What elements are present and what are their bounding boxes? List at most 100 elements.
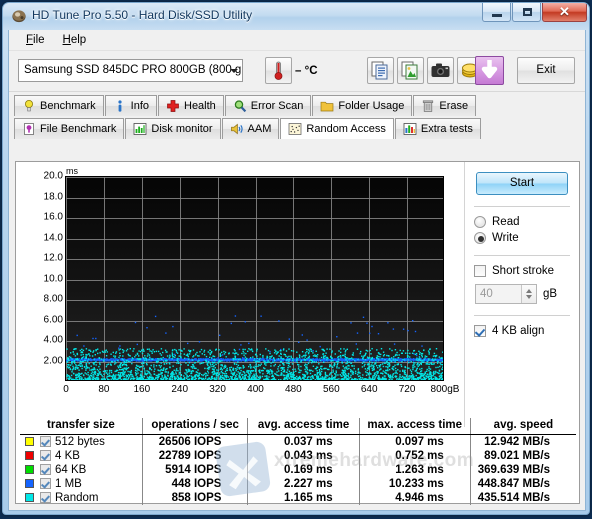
client-area: FFileile HHelpelp Samsung SSD 845DC PRO … [8,30,586,511]
tab-benchmark[interactable]: Benchmark [14,95,104,116]
cell-transfer-size[interactable]: 512 bytes [20,435,142,450]
minimize-button[interactable] [482,3,511,22]
tab-random-access[interactable]: Random Access [280,118,394,139]
copy-image-icon [401,61,418,80]
y-axis-tick: 12.0 [43,252,63,264]
tab-label: Benchmark [40,100,96,112]
tab-label: Error Scan [250,100,304,112]
tab-aam[interactable]: AAM [221,118,280,139]
tab-label: Disk monitor [151,123,213,135]
cell-max-access: 0.752 ms [358,449,471,463]
scatter-plot-area [65,176,444,381]
close-button[interactable]: ✕ [542,3,587,22]
tab-erase[interactable]: Erase [413,95,477,116]
y-axis-tick: 16.0 [43,211,63,223]
app-window: HD Tune Pro 5.50 - Hard Disk/SSD Utility… [2,2,590,515]
y-axis-tick: 4.00 [43,334,63,346]
checkbox-short-stroke-label: Short stroke [492,265,554,277]
table-row[interactable]: 64 KB 5914 IOPS 0.169 ms 1.263 ms 369.639 MB… [20,463,576,477]
cell-avg-speed: 12.942 MB/s [469,434,576,449]
tab-error-scan[interactable]: Error Scan [224,95,312,116]
tab-health[interactable]: Health [158,95,224,116]
checkbox-short-stroke[interactable]: Short stroke [474,265,570,277]
cell-transfer-size[interactable]: 4 KB [20,449,142,463]
tab-folder-usage[interactable]: Folder Usage [312,95,413,116]
tab-info[interactable]: Info [104,95,157,116]
row-checkbox[interactable] [40,478,51,489]
table-row[interactable]: 1 MB 448 IOPS 2.227 ms 10.233 ms 448.847 MB/… [20,477,576,491]
y-axis-tick: 6.00 [43,314,63,325]
drive-select[interactable]: Samsung SSD 845DC PRO 800GB (800 g [18,59,243,82]
drive-select-value: Samsung SSD 845DC PRO 800GB (800 g [24,64,242,76]
thermometer-icon [274,61,283,80]
copy-text-button[interactable] [367,57,394,84]
test-controls: Start Read Write Short stroke 40 gB 4 KB… [464,162,579,427]
short-stroke-input[interactable]: 40 [475,284,537,304]
exit-button[interactable]: Exit [517,57,575,84]
cell-transfer-size[interactable]: 1 MB [20,477,142,491]
maximize-button[interactable] [512,3,541,22]
cell-transfer-size[interactable]: Random [20,491,142,505]
radio-read[interactable]: Read [474,216,570,228]
screenshot-button[interactable] [427,57,454,84]
row-checkbox[interactable] [40,436,51,447]
table-header-row: transfer size operations / sec avg. acce… [20,418,576,435]
short-stroke-stepper[interactable]: 40 gB [475,284,570,304]
scatter-dots-icon [288,123,302,135]
y-axis-tick: 10.0 [43,273,63,284]
cell-operations: 448 IOPS [141,477,248,491]
menu-item-help[interactable]: HHelpelp [54,32,96,48]
copy-text-icon [371,61,388,80]
cell-max-access: 0.097 ms [358,434,471,449]
cell-operations: 5914 IOPS [141,463,248,477]
series-color-swatch [25,479,34,488]
row-checkbox[interactable] [40,450,51,461]
temperature-button[interactable] [265,57,292,84]
y-axis-unit-label: ms [66,166,78,176]
tab-label: Folder Usage [338,100,405,112]
speaker-icon [230,123,243,135]
row-checkbox[interactable] [40,492,51,503]
transfer-size-label: 64 KB [55,464,87,476]
row-checkbox[interactable] [40,464,51,475]
short-stroke-value: 40 [480,288,493,300]
stepper-buttons[interactable] [521,285,536,303]
radio-write[interactable]: Write [474,232,570,244]
stepper-up-icon[interactable] [526,289,532,293]
chevron-down-icon [230,69,238,73]
menu-item-file[interactable]: FFileile [17,32,54,48]
table-row[interactable]: 4 KB 22789 IOPS 0.043 ms 0.752 ms 89.021 MB/… [20,449,576,463]
file-document-icon [24,123,34,135]
header-avg-speed: avg. speed [469,418,576,435]
checkbox-4kb-align-indicator [474,325,486,337]
lightbulb-icon [25,100,33,112]
tab-label: Health [184,100,216,112]
x-axis-tick: 560 [322,384,340,395]
stepper-down-icon[interactable] [526,295,532,299]
x-axis-tick: 640 [360,384,378,395]
checkbox-4kb-align[interactable]: 4 KB align [474,325,570,337]
tab-file-benchmark[interactable]: File Benchmark [14,118,125,139]
tab-label: Info [130,100,149,112]
results-table: transfer size operations / sec avg. acce… [20,418,576,505]
checkbox-short-stroke-indicator [474,265,486,277]
series-color-swatch [25,451,34,460]
tab-extra-tests[interactable]: Extra tests [394,118,481,139]
radio-read-indicator [474,216,486,228]
radio-write-indicator [474,232,486,244]
tab-label: Extra tests [420,123,473,135]
cell-avg-speed: 369.639 MB/s [469,463,576,477]
menu-bar: FFileile HHelpelp [9,30,585,51]
download-button[interactable] [475,56,504,85]
copy-image-button[interactable] [397,57,424,84]
cell-transfer-size[interactable]: 64 KB [20,463,142,477]
table-row[interactable]: Random 858 IOPS 1.165 ms 4.946 ms 435.514 MB… [20,491,576,505]
close-icon: ✕ [559,4,570,19]
y-axis-tick: 18.0 [43,191,63,202]
table-row[interactable]: 512 bytes 26506 IOPS 0.037 ms 0.097 ms 12.94… [20,434,576,450]
tab-disk-monitor[interactable]: Disk monitor [125,118,221,139]
title-bar: HD Tune Pro 5.50 - Hard Disk/SSD Utility… [3,3,589,30]
divider [474,255,570,256]
bar-chart-icon [134,123,147,135]
start-button[interactable]: Start [476,172,568,195]
